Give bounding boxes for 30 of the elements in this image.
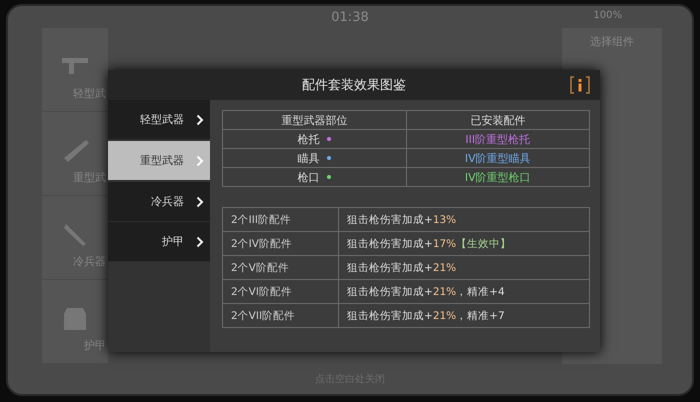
chevron-icon [196, 114, 204, 126]
installed-part: III阶重型枪托 [406, 130, 590, 148]
set-effect: 狙击枪伤害加成+21%，精准+4 [347, 286, 505, 298]
dialog-title: 配件套装效果图鉴 [302, 77, 406, 94]
set-requirement: 2个VII阶配件 [222, 304, 338, 328]
chevron-icon [196, 196, 204, 208]
set-effect: 狙击枪伤害加成+17%【生效中】 [347, 238, 512, 250]
chevron-icon [196, 236, 204, 248]
set-effect: 狙击枪伤害加成+13% [347, 214, 456, 226]
category-tab[interactable]: 重型武器 [108, 141, 210, 181]
set-requirement: 2个VI阶配件 [222, 280, 338, 304]
category-tab[interactable]: 护甲 [108, 222, 210, 262]
category-tab[interactable]: 冷兵器 [108, 182, 210, 222]
column-header: 重型武器部位 [222, 110, 406, 130]
set-requirement: 2个V阶配件 [222, 256, 338, 280]
set-requirement: 2个IV阶配件 [222, 232, 338, 256]
part-name: 枪托 [297, 132, 320, 146]
set-effect: 狙击枪伤害加成+21%，精准+7 [347, 310, 505, 322]
installed-part: IV阶重型瞄具 [406, 148, 590, 168]
chevron-icon [196, 154, 204, 166]
category-tab[interactable]: 轻型武器 [108, 100, 210, 140]
part-name: 枪口 [297, 170, 320, 184]
battery-level: 100% [593, 10, 622, 21]
part-name: 瞄具 [297, 152, 320, 164]
column-header: 已安装配件 [406, 110, 590, 130]
set-requirement: 2个III阶配件 [222, 208, 338, 232]
set-effect: 狙击枪伤害加成+21% [347, 262, 456, 274]
info-icon[interactable] [570, 76, 590, 94]
installed-part: IV阶重型枪口 [406, 168, 590, 186]
clock-time: 01:38 [331, 10, 369, 24]
